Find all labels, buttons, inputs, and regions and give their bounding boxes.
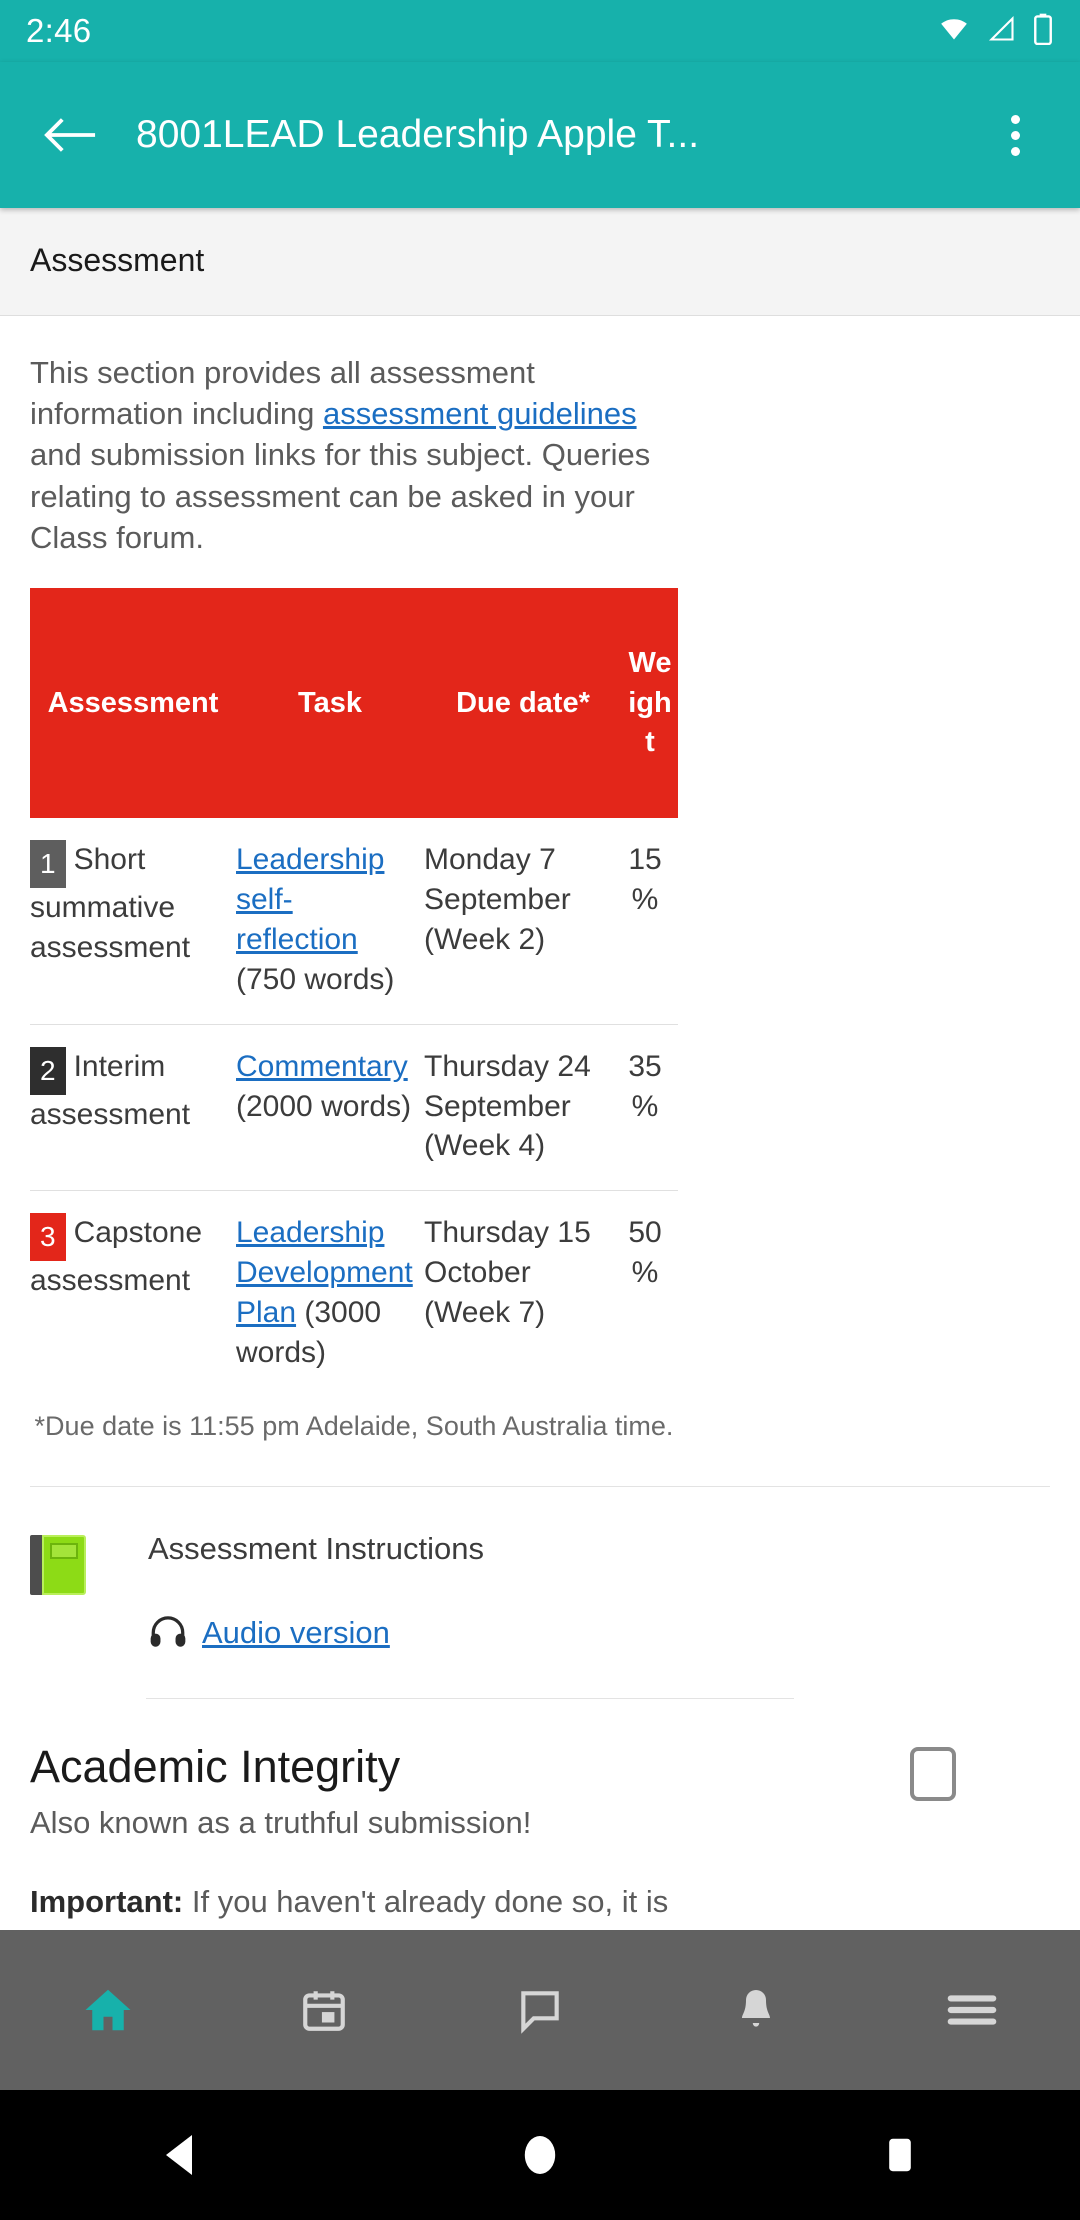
col-header-task: Task [236, 588, 424, 819]
academic-integrity-body: Important: If you haven't already done s… [30, 1881, 690, 1922]
audio-version-link[interactable]: Audio version [202, 1615, 390, 1651]
cell-weight: 50 % [628, 1216, 662, 1290]
task-link[interactable]: Commentary [236, 1050, 408, 1083]
recents-button[interactable] [720, 2133, 1080, 2177]
important-text: If you haven't already done so, it is [183, 1883, 669, 1919]
academic-integrity-title: Academic Integrity [30, 1740, 401, 1792]
due-date-footnote: *Due date is 11:55 pm Adelaide, South Au… [34, 1410, 674, 1441]
col-header-assessment: Assessment [30, 588, 236, 819]
assessment-table: Assessment Task Due date* Weight 1 Short … [30, 588, 678, 1397]
signal-icon [986, 15, 1018, 48]
academic-integrity-block: Academic Integrity Also known as a truth… [30, 1699, 1050, 1922]
checkbox-unchecked-icon[interactable] [910, 1746, 956, 1801]
table-row: 3 Capstone assessment Leadership Developm… [30, 1191, 678, 1397]
app-bar: 8001LEAD Leadership Apple T... [0, 62, 1080, 208]
row-badge: 2 [30, 1046, 66, 1095]
cell-assessment: 2 Interim assessment [30, 1024, 236, 1192]
assessment-table-body: 1 Short summative assessment Leadership s… [30, 818, 678, 1397]
cell-due-date: Thursday 24 September (Week 4) [424, 1024, 622, 1192]
content-area: This section provides all assessment inf… [0, 316, 1080, 1922]
battery-icon [1032, 13, 1054, 50]
row-badge: 1 [30, 840, 66, 889]
assessment-table-head: Assessment Task Due date* Weight [30, 588, 678, 819]
nav-item-chat[interactable] [432, 1985, 648, 2035]
back-button[interactable] [0, 2133, 360, 2177]
col-header-weight: Weight [622, 588, 678, 819]
col-header-due-date: Due date* [424, 588, 622, 819]
bottom-navigation-bar [0, 1930, 1080, 2090]
nav-item-home[interactable] [0, 1983, 216, 2037]
phone-screen: 2:46 8001LEAD Leadership Apple T... Asse [0, 0, 1080, 2220]
nav-item-menu[interactable] [864, 1990, 1080, 2030]
overflow-menu-icon[interactable] [980, 114, 1050, 156]
status-bar: 2:46 [0, 0, 1080, 62]
cell-task: Leadership Development Plan (3000 words) [236, 1191, 424, 1397]
page-title: 8001LEAD Leadership Apple T... [136, 113, 700, 156]
important-label: Important: [30, 1883, 184, 1919]
table-row: 1 Short summative assessment Leadership s… [30, 818, 678, 1025]
assessment-instructions-block: Assessment Instructions Audio version [30, 1487, 1050, 1654]
task-rest: (2000 words) [236, 1089, 412, 1123]
cell-weight: 15 % [622, 818, 678, 1025]
wifi-icon [936, 15, 972, 48]
audio-version-row[interactable]: Audio version [148, 1613, 484, 1654]
cell-weight: 35 % [622, 1024, 678, 1192]
cell-assessment: 3 Capstone assessment [30, 1191, 236, 1397]
cell-task: Commentary (2000 words) [236, 1024, 424, 1192]
status-icons [936, 13, 1054, 50]
cell-due-date: Thursday 15 October (Week 7) [424, 1216, 591, 1330]
status-clock: 2:46 [26, 12, 92, 49]
table-row: 2 Interim assessment Commentary (2000 wor… [30, 1024, 678, 1192]
headphones-icon [148, 1613, 188, 1654]
cell-task: Leadership self-reflection (750 words) [236, 818, 424, 1025]
intro-paragraph: This section provides all assessment inf… [30, 316, 678, 570]
assessment-instructions-label[interactable]: Assessment Instructions [148, 1531, 484, 1567]
section-title: Assessment [30, 242, 205, 278]
table-header-row: Assessment Task Due date* Weight [30, 588, 678, 819]
academic-integrity-subtitle: Also known as a truthful submission! [30, 1804, 532, 1840]
nav-item-notifications[interactable] [648, 1985, 864, 2035]
row-badge: 3 [30, 1213, 66, 1262]
cell-assessment: 1 Short summative assessment [30, 818, 236, 1025]
instructions-column: Assessment Instructions Audio version [148, 1531, 484, 1654]
green-book-icon [30, 1534, 86, 1595]
nav-item-calendar[interactable] [216, 1985, 432, 2035]
home-button[interactable] [360, 2133, 720, 2177]
intro-part2: and submission links for this subject. Q… [30, 437, 651, 555]
task-rest: (750 words) [236, 962, 395, 996]
back-arrow-icon[interactable] [30, 95, 110, 175]
task-link[interactable]: Leadership self-reflection [236, 843, 384, 956]
section-header: Assessment [0, 208, 1080, 316]
assessment-guidelines-link[interactable]: assessment guidelines [323, 396, 637, 431]
cell-due-date: Monday 7 September (Week 2) [424, 818, 622, 1025]
android-system-navigation [0, 2090, 1080, 2220]
